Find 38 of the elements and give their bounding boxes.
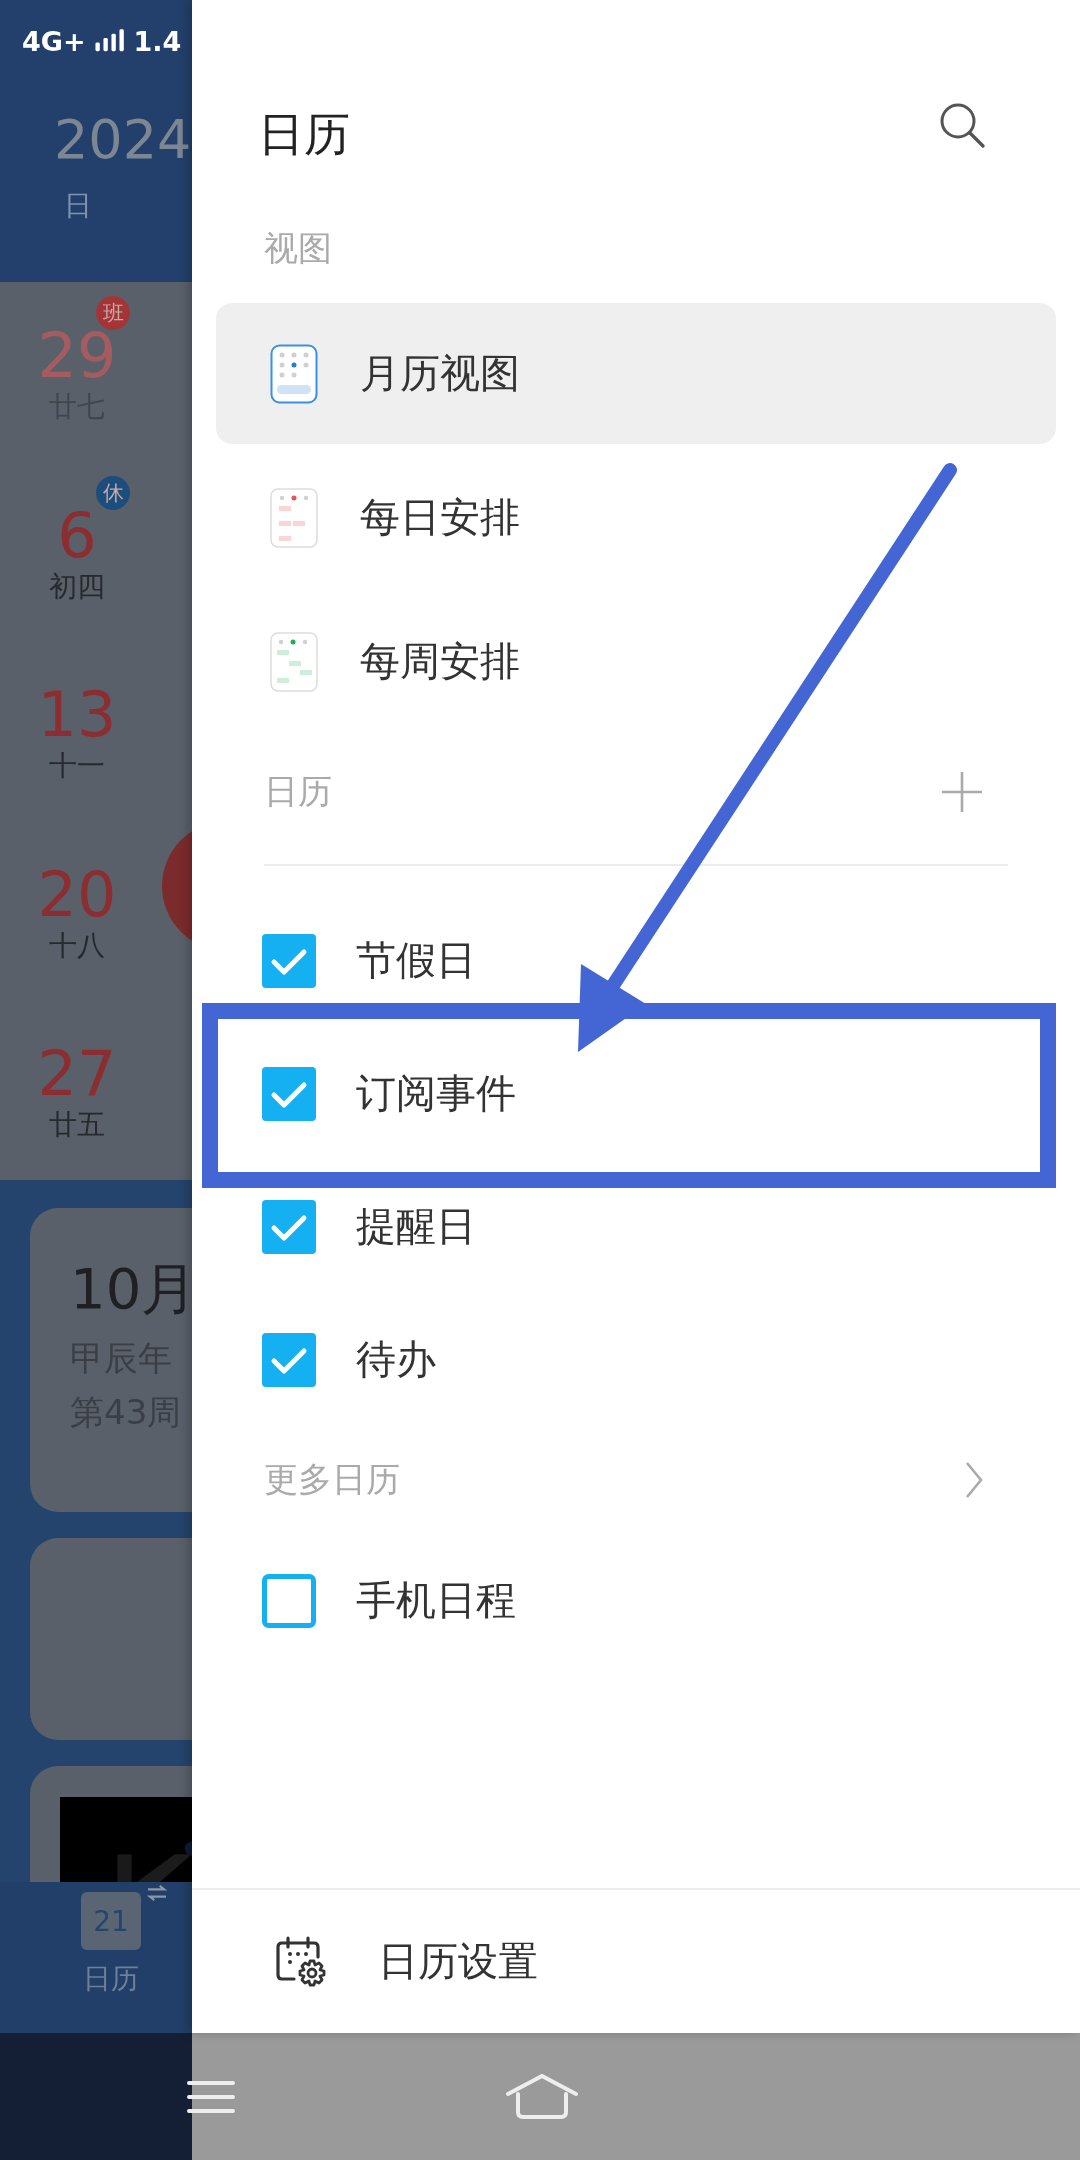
calendar-settings-icon — [274, 1934, 328, 1989]
view-item[interactable]: 每日安排 — [216, 447, 1056, 588]
section-label: 视图 — [263, 227, 333, 270]
day-badge: 休 — [96, 475, 130, 510]
network-type: 4G+ — [22, 25, 86, 57]
network-speed: 1.4 — [133, 25, 182, 57]
calendar-item[interactable]: 提醒日 — [192, 1160, 1080, 1293]
home-icon[interactable] — [505, 2073, 579, 2120]
lunar-date: 十一 — [49, 748, 105, 785]
date-title: 10月 — [70, 1255, 192, 1323]
checkbox[interactable] — [262, 1573, 316, 1628]
calendar-item[interactable]: 待办 — [192, 1293, 1080, 1426]
menu-icon[interactable] — [187, 2078, 235, 2115]
lunar-date: 初四 — [49, 568, 105, 605]
lunar-date: 十八 — [49, 927, 105, 964]
drawer-title: 日历 — [258, 106, 350, 163]
calendar-item[interactable]: 节假日 — [192, 894, 1080, 1027]
calendar-item[interactable]: 手机日程 — [192, 1534, 1080, 1667]
view-item[interactable]: 每周安排 — [216, 591, 1056, 732]
checkbox[interactable] — [262, 1199, 316, 1254]
calendar-item[interactable]: 订阅事件 — [192, 1027, 1080, 1160]
year-label: 2024 — [53, 107, 192, 171]
day-badge: 班 — [96, 296, 130, 330]
add-icon[interactable] — [940, 769, 984, 814]
calendar-view-icon — [270, 487, 318, 548]
checkbox[interactable] — [262, 1066, 316, 1121]
checkbox[interactable] — [262, 1332, 316, 1387]
weekday-label: 日 — [63, 188, 93, 224]
checkbox[interactable] — [262, 933, 316, 988]
view-item[interactable]: 月历视图 — [216, 303, 1056, 444]
swap-icon — [146, 1884, 168, 1902]
calendar-view-icon — [270, 343, 318, 404]
chevron-icon[interactable] — [964, 1460, 984, 1500]
calendar-view-icon — [270, 631, 318, 692]
search-icon[interactable] — [938, 101, 986, 149]
section-label: 日历 — [264, 769, 332, 813]
lunar-date: 廿五 — [49, 1107, 105, 1144]
signal-icon — [93, 29, 126, 53]
